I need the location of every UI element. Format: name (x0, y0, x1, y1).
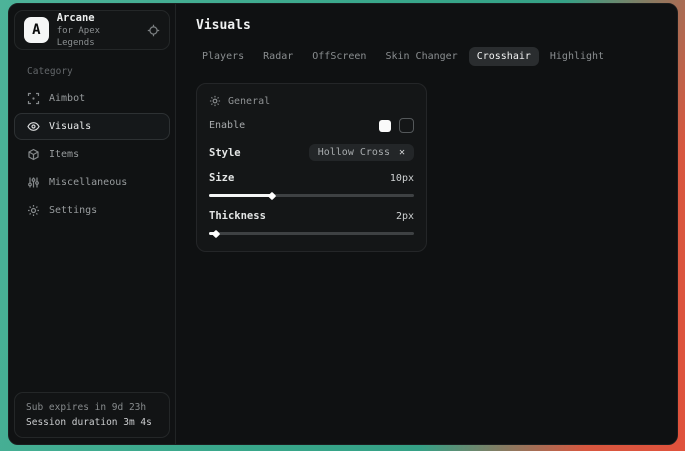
tab-highlight[interactable]: Highlight (542, 47, 612, 66)
page-title: Visuals (196, 18, 661, 33)
gear-icon (27, 204, 40, 217)
style-label: Style (209, 147, 241, 159)
sliders-icon (27, 176, 40, 189)
card-title: General (228, 96, 270, 107)
keybind-box[interactable] (399, 118, 414, 133)
app-logo: A (24, 17, 49, 43)
tab-skin-changer[interactable]: Skin Changer (377, 47, 465, 66)
thickness-row: Thickness 2px (209, 210, 414, 222)
enable-controls (379, 118, 414, 133)
category-label: Category (27, 66, 175, 77)
slider-track (209, 232, 414, 235)
thickness-group: Thickness 2px (209, 210, 414, 237)
cube-icon (27, 148, 40, 161)
clear-icon[interactable]: ✕ (399, 147, 405, 158)
slider-handle[interactable] (212, 229, 220, 237)
target-icon[interactable] (147, 24, 160, 37)
thickness-slider[interactable] (209, 230, 414, 237)
sidebar-item-label: Visuals (49, 121, 91, 132)
desktop-background: A Arcane for Apex Legends Category (0, 0, 685, 451)
thickness-label: Thickness (209, 210, 266, 222)
enable-checkbox[interactable] (379, 120, 391, 132)
style-select[interactable]: Hollow Cross ✕ (309, 144, 414, 161)
app-subtitle: for Apex Legends (57, 25, 139, 49)
sidebar-item-label: Miscellaneous (49, 177, 127, 188)
session-duration-text: Session duration 3m 4s (26, 415, 158, 430)
slider-handle[interactable] (267, 191, 275, 199)
subscription-info-card: Sub expires in 9d 23h Session duration 3… (14, 392, 170, 438)
app-name: Arcane (57, 12, 139, 25)
size-label: Size (209, 172, 234, 184)
sidebar-item-label: Items (49, 149, 79, 160)
tab-offscreen[interactable]: OffScreen (304, 47, 374, 66)
size-value: 10px (390, 173, 414, 184)
slider-fill (209, 232, 215, 235)
size-slider[interactable] (209, 192, 414, 199)
style-row: Style Hollow Cross ✕ (209, 144, 414, 161)
gear-icon (209, 95, 221, 107)
app-header-card: A Arcane for Apex Legends (14, 10, 170, 50)
app-title-block: Arcane for Apex Legends (57, 12, 139, 49)
tab-players[interactable]: Players (194, 47, 252, 66)
sidebar-item-aimbot[interactable]: Aimbot (14, 85, 170, 112)
tab-bar: Players Radar OffScreen Skin Changer Cro… (194, 47, 661, 66)
sidebar: A Arcane for Apex Legends Category (9, 4, 175, 444)
sidebar-item-label: Aimbot (49, 93, 85, 104)
eye-icon (27, 120, 40, 133)
main-content: Visuals Players Radar OffScreen Skin Cha… (175, 4, 677, 444)
size-group: Size 10px (209, 172, 414, 199)
enable-row: Enable (209, 118, 414, 133)
sidebar-item-items[interactable]: Items (14, 141, 170, 168)
sidebar-item-miscellaneous[interactable]: Miscellaneous (14, 169, 170, 196)
slider-fill (209, 194, 271, 197)
enable-label: Enable (209, 120, 245, 131)
general-settings-card: General Enable Style Hollow Cross ✕ (196, 83, 427, 252)
sidebar-item-visuals[interactable]: Visuals (14, 113, 170, 140)
sidebar-item-label: Settings (49, 205, 97, 216)
slider-track (209, 194, 414, 197)
style-value: Hollow Cross (318, 147, 390, 158)
app-window: A Arcane for Apex Legends Category (8, 3, 678, 445)
tab-radar[interactable]: Radar (255, 47, 301, 66)
sidebar-item-settings[interactable]: Settings (14, 197, 170, 224)
crosshair-icon (27, 92, 40, 105)
thickness-value: 2px (396, 211, 414, 222)
tab-crosshair[interactable]: Crosshair (469, 47, 539, 66)
sub-expiry-text: Sub expires in 9d 23h (26, 400, 158, 415)
card-header: General (209, 95, 414, 107)
size-row: Size 10px (209, 172, 414, 184)
